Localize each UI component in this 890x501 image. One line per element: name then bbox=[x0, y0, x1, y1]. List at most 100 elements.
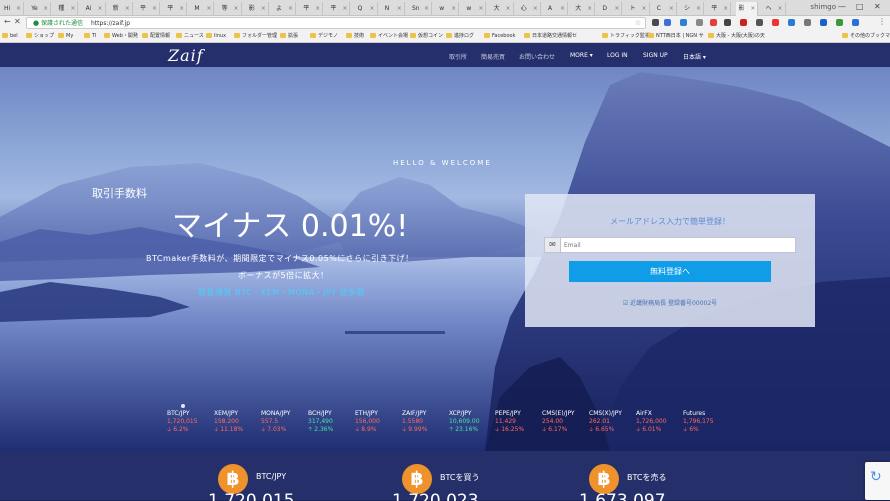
close-tab-icon[interactable]: × bbox=[696, 2, 701, 16]
bookmark-item[interactable]: bel bbox=[2, 32, 18, 41]
bookmark-item[interactable]: 仮想コイン bbox=[410, 32, 443, 41]
nav-language-dropdown[interactable]: 日本語 ▾ bbox=[683, 52, 706, 61]
carousel-indicator-dot[interactable] bbox=[181, 404, 185, 408]
browser-tab[interactable]: A × bbox=[546, 2, 568, 16]
browser-tab[interactable]: M × bbox=[192, 2, 215, 16]
back-arrow-icon[interactable]: ← bbox=[4, 17, 11, 26]
bookmark-item[interactable]: 日本道路交通情報セ bbox=[524, 32, 577, 41]
bookmark-item[interactable]: 進捗ログ bbox=[446, 32, 474, 41]
bookmark-item[interactable]: フォルダー管理 bbox=[234, 32, 277, 41]
close-tab-icon[interactable]: × bbox=[424, 2, 429, 16]
extension-icon[interactable] bbox=[804, 19, 811, 26]
browser-tab[interactable]: D × bbox=[600, 2, 623, 16]
extension-icon[interactable] bbox=[680, 19, 687, 26]
extension-icon[interactable] bbox=[836, 19, 843, 26]
close-window-icon[interactable]: ✕ bbox=[874, 2, 881, 11]
browser-tab[interactable]: 平 × bbox=[138, 2, 160, 16]
bookmark-item[interactable]: トラフィック監視 bbox=[602, 32, 650, 41]
free-signup-button[interactable]: 無料登録へ bbox=[569, 261, 771, 282]
browser-profile-name[interactable]: shimgo bbox=[810, 3, 836, 11]
reload-icon[interactable]: ✕ bbox=[14, 17, 21, 26]
close-tab-icon[interactable]: × bbox=[642, 2, 647, 16]
close-tab-icon[interactable]: × bbox=[152, 2, 157, 16]
browser-tab[interactable]: Q × bbox=[356, 2, 378, 16]
ticker-item[interactable]: ZAIF/JPY 1.5580 🡣 9.99% bbox=[402, 410, 452, 434]
close-tab-icon[interactable]: × bbox=[98, 2, 103, 16]
bookmark-item[interactable]: イベント会場 bbox=[370, 32, 408, 41]
close-tab-icon[interactable]: × bbox=[16, 2, 21, 16]
browser-tab[interactable]: Hi × bbox=[2, 2, 24, 16]
browser-tab[interactable]: 平 × bbox=[301, 2, 324, 16]
browser-tab[interactable]: Sn × bbox=[410, 2, 432, 16]
extension-icon[interactable] bbox=[696, 19, 703, 26]
extension-icon[interactable] bbox=[772, 19, 779, 26]
ticker-item[interactable]: BTC/JPY 1,720,015 🡣 6.2% bbox=[167, 410, 217, 434]
maximize-icon[interactable]: □ bbox=[856, 2, 864, 11]
close-tab-icon[interactable]: × bbox=[397, 2, 402, 16]
ticker-item[interactable]: ETH/JPY 156,000 🡣 8.9% bbox=[355, 410, 405, 434]
ticker-item[interactable]: CMS(E)/JPY 254.00 🡣 6.17% bbox=[542, 410, 592, 434]
close-tab-icon[interactable]: × bbox=[723, 2, 728, 16]
browser-tab[interactable]: 影 × bbox=[247, 2, 269, 16]
close-tab-icon[interactable]: × bbox=[206, 2, 211, 16]
ticker-item[interactable]: XEM/JPY 158.200 🡣 11.18% bbox=[214, 410, 264, 434]
nav-more-dropdown[interactable]: MORE ▾ bbox=[570, 52, 593, 59]
address-bar[interactable]: ● 保護された通信 https://zaif.jp ☆ bbox=[26, 17, 646, 29]
ticker-item[interactable]: CMS(X)/JPY 262.01 🡣 6.65% bbox=[589, 410, 639, 434]
close-tab-icon[interactable]: × bbox=[288, 2, 293, 16]
close-tab-icon[interactable]: × bbox=[669, 2, 674, 16]
nav-signup[interactable]: SIGN UP bbox=[643, 52, 668, 59]
btc-sell-price-label[interactable]: BTCを売る bbox=[627, 472, 667, 483]
close-tab-icon[interactable]: × bbox=[342, 2, 347, 16]
browser-tab[interactable]: 平 × bbox=[165, 2, 188, 16]
url-text[interactable]: https://zaif.jp bbox=[91, 18, 130, 29]
chrome-menu-icon[interactable]: ⋮ bbox=[878, 17, 886, 26]
browser-tab[interactable]: よ × bbox=[274, 2, 296, 16]
browser-tab[interactable]: C × bbox=[655, 2, 677, 16]
bookmark-star-icon[interactable]: ☆ bbox=[635, 18, 641, 29]
extension-icon[interactable] bbox=[724, 19, 731, 26]
browser-tab[interactable]: Ye × bbox=[29, 2, 52, 16]
browser-tab[interactable]: 種 × bbox=[56, 2, 79, 16]
bookmark-item[interactable]: 拡張 bbox=[280, 32, 298, 41]
recaptcha-badge[interactable]: ↻ bbox=[865, 462, 890, 500]
ticker-item[interactable]: XCP/JPY 10,609.00 🡡 23.16% bbox=[449, 410, 499, 434]
close-tab-icon[interactable]: × bbox=[70, 2, 75, 16]
nav-exchange[interactable]: 取引所 bbox=[449, 52, 467, 61]
ticker-item[interactable]: AirFX 1,726,000 🡣 6.01% bbox=[636, 410, 686, 434]
extension-icon[interactable] bbox=[852, 19, 859, 26]
browser-tab[interactable]: 大 × bbox=[492, 2, 514, 16]
bookmark-item[interactable]: Tl bbox=[84, 32, 96, 41]
browser-tab[interactable]: 心 × bbox=[519, 2, 541, 16]
btc-jpy-price-label[interactable]: BTC/JPY bbox=[256, 472, 286, 481]
browser-tab[interactable]: ト × bbox=[628, 2, 650, 16]
close-tab-icon[interactable]: × bbox=[315, 2, 320, 16]
browser-tab[interactable]: 大 × bbox=[573, 2, 596, 16]
email-input[interactable] bbox=[562, 238, 794, 252]
ticker-item[interactable]: Futures 1,796,175 🡣 6% bbox=[683, 410, 733, 434]
browser-tab[interactable]: 平 × bbox=[328, 2, 351, 16]
browser-tab[interactable]: 新 × bbox=[111, 2, 133, 16]
bookmark-item[interactable]: その他のブックマ bbox=[842, 32, 890, 41]
close-tab-icon[interactable]: × bbox=[179, 2, 184, 16]
bookmark-item[interactable]: NTT西日本 | NGN サ bbox=[648, 32, 704, 41]
bookmark-item[interactable]: Web・開発 bbox=[104, 32, 138, 41]
bookmark-item[interactable]: ショップ bbox=[26, 32, 54, 41]
btc-buy-price-label[interactable]: BTCを買う bbox=[440, 472, 480, 483]
nav-login[interactable]: LOG IN bbox=[607, 52, 628, 59]
extension-icon[interactable] bbox=[652, 19, 659, 26]
ticker-item[interactable]: PEPE/JPY 11.429 🡣 16.25% bbox=[495, 410, 545, 434]
bookmark-item[interactable]: Facebook bbox=[484, 32, 516, 41]
bookmark-item[interactable]: ニュース bbox=[176, 32, 204, 41]
browser-tab[interactable]: 影 × bbox=[736, 2, 759, 16]
close-tab-icon[interactable]: × bbox=[560, 2, 565, 16]
minimize-icon[interactable]: — bbox=[838, 2, 846, 11]
close-tab-icon[interactable]: × bbox=[750, 2, 755, 16]
extension-icon[interactable] bbox=[820, 19, 827, 26]
close-tab-icon[interactable]: × bbox=[478, 2, 483, 16]
extension-icon[interactable] bbox=[664, 19, 671, 26]
close-tab-icon[interactable]: × bbox=[370, 2, 375, 16]
browser-tab[interactable]: 平 × bbox=[709, 2, 732, 16]
close-tab-icon[interactable]: × bbox=[234, 2, 239, 16]
close-tab-icon[interactable]: × bbox=[533, 2, 538, 16]
